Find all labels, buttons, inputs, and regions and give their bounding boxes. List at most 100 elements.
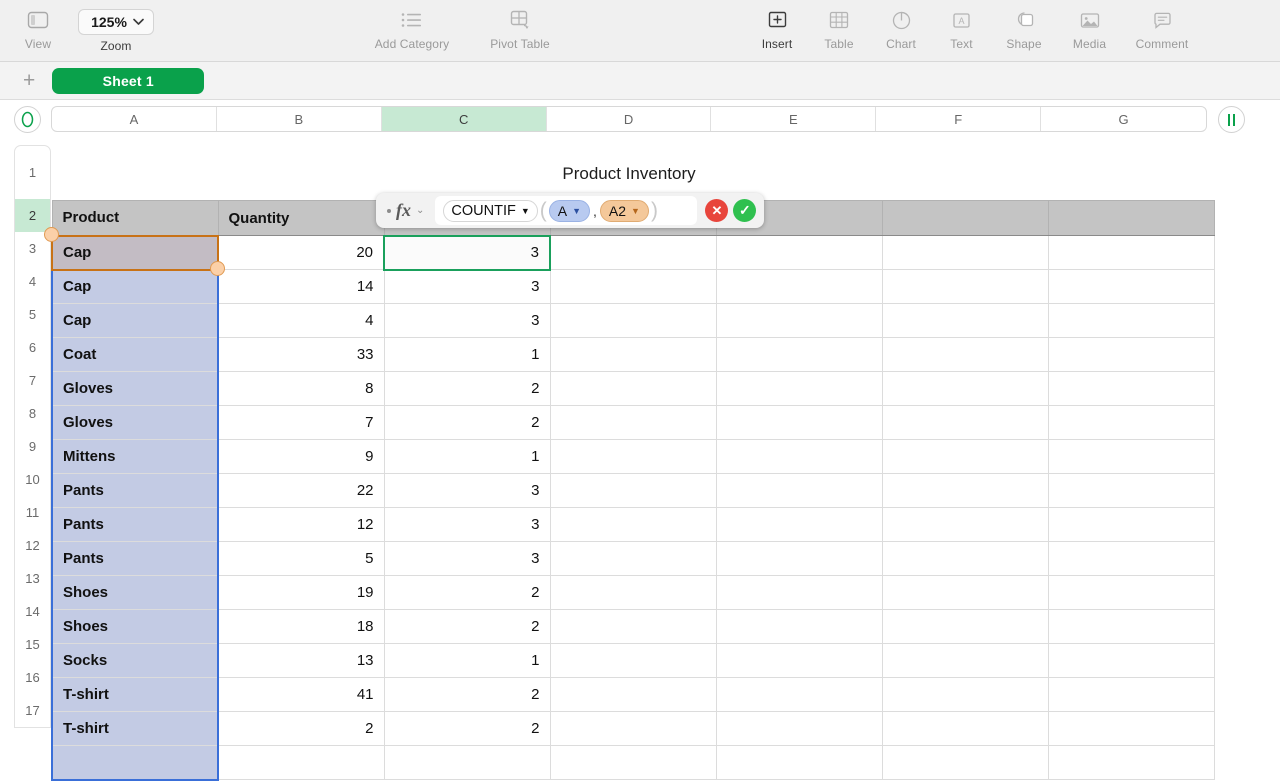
- cell-a16[interactable]: T-shirt: [52, 712, 218, 746]
- row-header-8[interactable]: 8: [14, 397, 51, 431]
- cell-a12[interactable]: Shoes: [52, 576, 218, 610]
- cell-e8[interactable]: [716, 440, 882, 474]
- cell-b12[interactable]: 19: [218, 576, 384, 610]
- cell-f17[interactable]: [882, 746, 1048, 780]
- cell-f4[interactable]: [882, 304, 1048, 338]
- cell-e7[interactable]: [716, 406, 882, 440]
- cell-c10[interactable]: 3: [384, 508, 550, 542]
- cell-c4[interactable]: 3: [384, 304, 550, 338]
- pivot-table-button[interactable]: Pivot Table: [466, 0, 574, 51]
- cell-a14[interactable]: Socks: [52, 644, 218, 678]
- sheet-tab-sheet-1[interactable]: Sheet 1: [52, 68, 204, 94]
- row-header-5[interactable]: 5: [14, 298, 51, 332]
- cell-f15[interactable]: [882, 678, 1048, 712]
- cell-b17[interactable]: [218, 746, 384, 780]
- cell-g4[interactable]: [1048, 304, 1214, 338]
- cell-b14[interactable]: 13: [218, 644, 384, 678]
- media-button[interactable]: Media: [1057, 0, 1122, 51]
- row-header-16[interactable]: 16: [14, 661, 51, 695]
- cell-f16[interactable]: [882, 712, 1048, 746]
- row-header-11[interactable]: 11: [14, 496, 51, 530]
- row-header-4[interactable]: 4: [14, 265, 51, 299]
- cell-c7[interactable]: 2: [384, 406, 550, 440]
- cell-f6[interactable]: [882, 372, 1048, 406]
- cell-g16[interactable]: [1048, 712, 1214, 746]
- table-button[interactable]: Table: [808, 0, 870, 51]
- cell-c14[interactable]: 1: [384, 644, 550, 678]
- cell-g2[interactable]: [1048, 236, 1214, 270]
- cell-a2[interactable]: Cap: [52, 236, 218, 270]
- add-category-button[interactable]: Add Category: [358, 0, 466, 51]
- cell-d3[interactable]: [550, 270, 716, 304]
- cell-a9[interactable]: Pants: [52, 474, 218, 508]
- column-header-e[interactable]: E: [711, 107, 876, 131]
- zoom-chip[interactable]: 125%: [78, 9, 154, 35]
- text-button[interactable]: A Text: [932, 0, 991, 51]
- row-header-12[interactable]: 12: [14, 529, 51, 563]
- cell-d5[interactable]: [550, 338, 716, 372]
- accept-formula-button[interactable]: ✓: [733, 199, 756, 222]
- cell-d9[interactable]: [550, 474, 716, 508]
- cell-c8[interactable]: 1: [384, 440, 550, 474]
- cell-b2[interactable]: 20: [218, 236, 384, 270]
- cell-e9[interactable]: [716, 474, 882, 508]
- formula-arg-range-token[interactable]: A ▼: [549, 200, 590, 222]
- cell-g17[interactable]: [1048, 746, 1214, 780]
- chart-button[interactable]: Chart: [870, 0, 932, 51]
- cell-f5[interactable]: [882, 338, 1048, 372]
- cell-a15[interactable]: T-shirt: [52, 678, 218, 712]
- cell-f3[interactable]: [882, 270, 1048, 304]
- cell-g15[interactable]: [1048, 678, 1214, 712]
- cell-f8[interactable]: [882, 440, 1048, 474]
- cell-d14[interactable]: [550, 644, 716, 678]
- cell-b10[interactable]: 12: [218, 508, 384, 542]
- cell-b7[interactable]: 7: [218, 406, 384, 440]
- cell-c17[interactable]: [384, 746, 550, 780]
- cell-a5[interactable]: Coat: [52, 338, 218, 372]
- cell-c2[interactable]: 3: [384, 236, 550, 270]
- cell-e13[interactable]: [716, 610, 882, 644]
- cell-a3[interactable]: Cap: [52, 270, 218, 304]
- row-header-7[interactable]: 7: [14, 364, 51, 398]
- cell-g14[interactable]: [1048, 644, 1214, 678]
- cell-c11[interactable]: 3: [384, 542, 550, 576]
- table-resize-button[interactable]: [1218, 106, 1245, 133]
- cell-b15[interactable]: 41: [218, 678, 384, 712]
- shape-button[interactable]: Shape: [991, 0, 1057, 51]
- cell-b9[interactable]: 22: [218, 474, 384, 508]
- cell-a7[interactable]: Gloves: [52, 406, 218, 440]
- formula-arg-criteria-token[interactable]: A2 ▼: [600, 200, 649, 222]
- cell-f7[interactable]: [882, 406, 1048, 440]
- row-header-17[interactable]: 17: [14, 694, 51, 728]
- cell-f14[interactable]: [882, 644, 1048, 678]
- cell-d13[interactable]: [550, 610, 716, 644]
- cell-d2[interactable]: [550, 236, 716, 270]
- cell-e3[interactable]: [716, 270, 882, 304]
- cell-e15[interactable]: [716, 678, 882, 712]
- cell-c12[interactable]: 2: [384, 576, 550, 610]
- cell-b5[interactable]: 33: [218, 338, 384, 372]
- cell-g13[interactable]: [1048, 610, 1214, 644]
- cell-d17[interactable]: [550, 746, 716, 780]
- cell-b3[interactable]: 14: [218, 270, 384, 304]
- cell-g7[interactable]: [1048, 406, 1214, 440]
- cancel-formula-button[interactable]: ✕: [705, 199, 728, 222]
- cell-c6[interactable]: 2: [384, 372, 550, 406]
- cell-c3[interactable]: 3: [384, 270, 550, 304]
- cell-e16[interactable]: [716, 712, 882, 746]
- column-header-f[interactable]: F: [876, 107, 1041, 131]
- cell-g11[interactable]: [1048, 542, 1214, 576]
- cell-c13[interactable]: 2: [384, 610, 550, 644]
- cell-d12[interactable]: [550, 576, 716, 610]
- cell-e11[interactable]: [716, 542, 882, 576]
- cell-e10[interactable]: [716, 508, 882, 542]
- chevron-down-icon[interactable]: ⌄: [416, 205, 424, 216]
- cell-a11[interactable]: Pants: [52, 542, 218, 576]
- cell-e12[interactable]: [716, 576, 882, 610]
- cell-b16[interactable]: 2: [218, 712, 384, 746]
- cell-c9[interactable]: 3: [384, 474, 550, 508]
- cell-c16[interactable]: 2: [384, 712, 550, 746]
- cell-a13[interactable]: Shoes: [52, 610, 218, 644]
- cell-d8[interactable]: [550, 440, 716, 474]
- cell-g12[interactable]: [1048, 576, 1214, 610]
